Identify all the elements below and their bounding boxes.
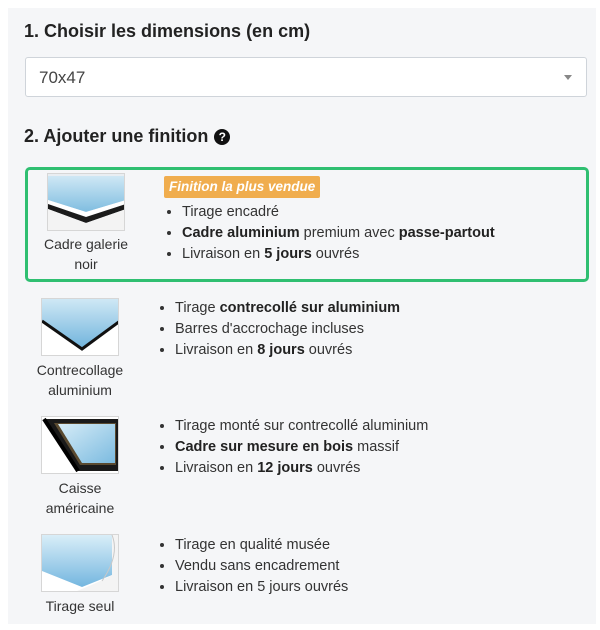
caisse-americaine-label: Caisse américaine — [45, 480, 115, 516]
best-seller-badge: Finition la plus vendue — [164, 176, 321, 198]
dimensions-select[interactable]: 70x47 — [25, 57, 587, 97]
contrecollage-aluminium-features: Tirage contrecollé sur aluminium Barres … — [157, 298, 400, 361]
tirage-seul-thumbnail — [41, 534, 119, 592]
feature-item: Tirage contrecollé sur aluminium — [175, 298, 400, 319]
caisse-americaine-features: Tirage monté sur contrecollé aluminium C… — [157, 416, 428, 479]
caisse-americaine-thumbnail — [41, 416, 119, 474]
feature-item: Tirage monté sur contrecollé aluminium — [175, 416, 428, 437]
dimensions-title: 1. Choisir les dimensions (en cm) — [24, 21, 311, 41]
finish-title-text: 2. Ajouter une finition — [24, 126, 209, 146]
contrecollage-aluminium-label: Contrecollage aluminium — [36, 362, 124, 398]
feature-item: Livraison en 5 jours ouvrés — [175, 577, 348, 598]
feature-item: Livraison en 12 jours ouvrés — [175, 458, 428, 479]
dimensions-select-value: 70x47 — [39, 68, 86, 87]
feature-item: Cadre aluminium premium avec passe-parto… — [182, 223, 495, 244]
cadre-galerie-noir-label: Cadre galerie noir — [43, 236, 129, 272]
finish-title: 2. Ajouter une finition? — [24, 126, 231, 147]
contrecollage-aluminium-thumbnail — [41, 298, 119, 356]
tirage-seul-label: Tirage seul — [45, 598, 115, 614]
feature-item: Tirage encadré — [182, 202, 495, 223]
feature-item: Livraison en 5 jours ouvrés — [182, 244, 495, 265]
tirage-seul-features: Tirage en qualité musée Vendu sans encad… — [157, 535, 348, 598]
feature-item: Vendu sans encadrement — [175, 556, 348, 577]
cadre-galerie-noir-features: Tirage encadré Cadre aluminium premium a… — [164, 202, 495, 265]
chevron-down-icon — [564, 75, 572, 80]
feature-item: Livraison en 8 jours ouvrés — [175, 340, 400, 361]
cadre-galerie-noir-thumbnail — [47, 173, 125, 231]
feature-item: Cadre sur mesure en bois massif — [175, 437, 428, 458]
feature-item: Tirage en qualité musée — [175, 535, 348, 556]
question-circle-icon[interactable]: ? — [214, 129, 231, 145]
feature-item: Barres d'accrochage incluses — [175, 319, 400, 340]
